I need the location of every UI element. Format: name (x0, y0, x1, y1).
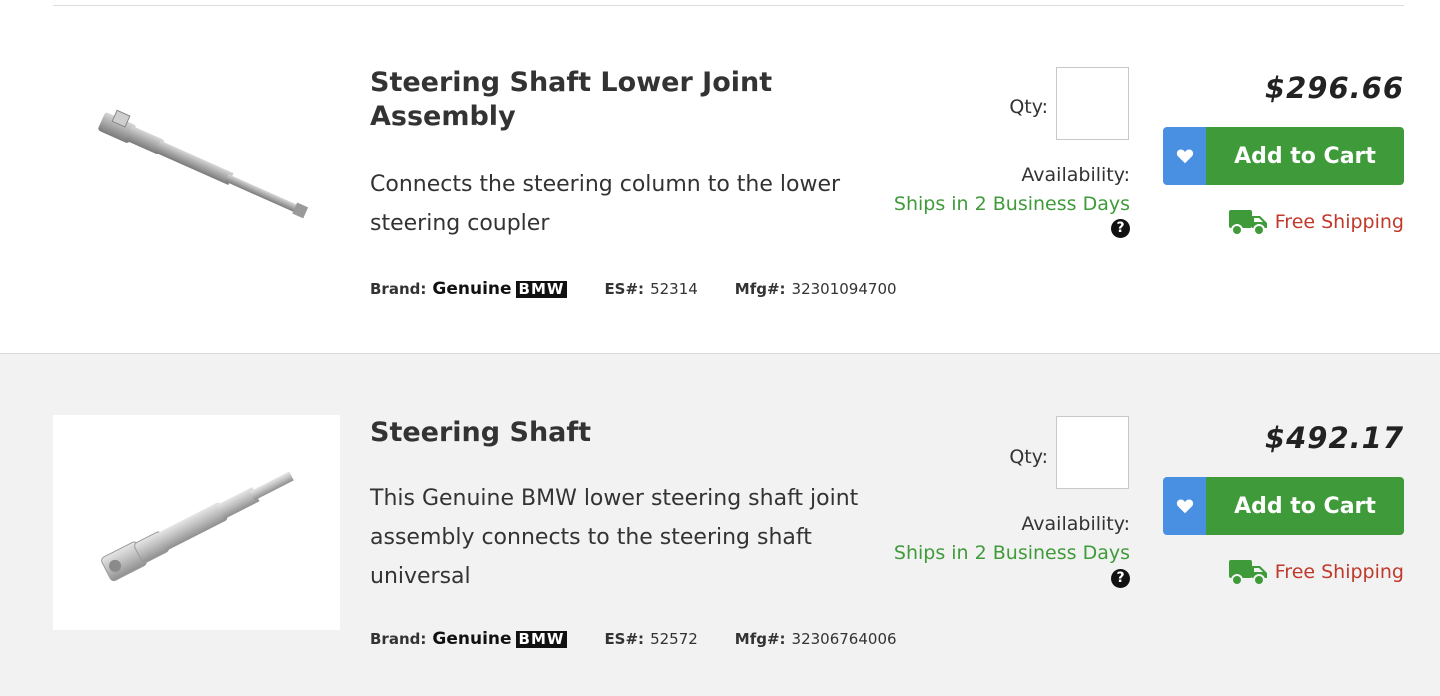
brand-logo: Genuine BMW (432, 629, 568, 649)
bmw-logo: BMW (515, 281, 568, 298)
availability-label: Availability: (1021, 513, 1130, 535)
bmw-logo: BMW (515, 631, 568, 648)
truck-icon (1228, 560, 1267, 586)
wishlist-button[interactable] (1163, 477, 1206, 535)
add-to-cart-button[interactable]: Add to Cart (1206, 127, 1404, 185)
wishlist-button[interactable] (1163, 127, 1206, 185)
steering-shaft-image (53, 415, 340, 630)
qty-label: Qty: (1009, 96, 1048, 118)
es-label: ES#: (604, 630, 645, 648)
product-price: $296.66 (1264, 71, 1404, 105)
es-number: 52572 (650, 630, 698, 648)
product-meta: Brand: Genuine BMW ES#: 52572 Mfg#: 3230… (370, 629, 897, 649)
availability-value: Ships in 2 Business Days (893, 542, 1130, 564)
question-icon[interactable]: ? (1111, 219, 1130, 238)
product-description: Connects the steering column to the lowe… (370, 172, 841, 236)
mfg-label: Mfg#: (734, 630, 786, 648)
qty-label: Qty: (1009, 446, 1048, 468)
product-title[interactable]: Steering Shaft Lower Joint Assembly (370, 66, 810, 134)
mfg-number: 32301094700 (791, 280, 897, 298)
product-meta: Brand: Genuine BMW ES#: 52314 Mfg#: 3230… (370, 279, 897, 299)
question-icon[interactable]: ? (1111, 569, 1130, 588)
brand-genuine-text: Genuine (432, 629, 512, 649)
free-shipping-text: Free Shipping (1274, 561, 1404, 583)
brand-label: Brand: (370, 280, 427, 298)
mfg-label: Mfg#: (734, 280, 786, 298)
product-price: $492.17 (1264, 421, 1404, 455)
heart-icon (1176, 149, 1193, 164)
steering-shaft-image (53, 66, 340, 281)
product-description: This Genuine BMW lower steering shaft jo… (370, 486, 859, 589)
mfg-number: 32306764006 (791, 630, 897, 648)
qty-input[interactable] (1056, 416, 1129, 489)
brand-logo: Genuine BMW (432, 279, 568, 299)
truck-icon (1228, 210, 1267, 236)
product-card: Steering Shaft Lower Joint Assembly Conn… (0, 6, 1440, 353)
es-number: 52314 (650, 280, 698, 298)
free-shipping: Free Shipping (1220, 207, 1404, 237)
product-image[interactable] (53, 415, 340, 630)
brand-genuine-text: Genuine (432, 279, 512, 299)
availability-value: Ships in 2 Business Days (893, 193, 1130, 215)
free-shipping-text: Free Shipping (1274, 211, 1404, 233)
availability-label: Availability: (1021, 164, 1130, 186)
es-label: ES#: (604, 280, 645, 298)
brand-label: Brand: (370, 630, 427, 648)
qty-input[interactable] (1056, 67, 1129, 140)
product-title[interactable]: Steering Shaft (370, 416, 810, 450)
free-shipping: Free Shipping (1220, 557, 1404, 587)
product-image[interactable] (53, 66, 340, 281)
product-card: Steering Shaft This Genuine BMW lower st… (0, 353, 1440, 696)
heart-icon (1176, 499, 1193, 514)
add-to-cart-button[interactable]: Add to Cart (1206, 477, 1404, 535)
